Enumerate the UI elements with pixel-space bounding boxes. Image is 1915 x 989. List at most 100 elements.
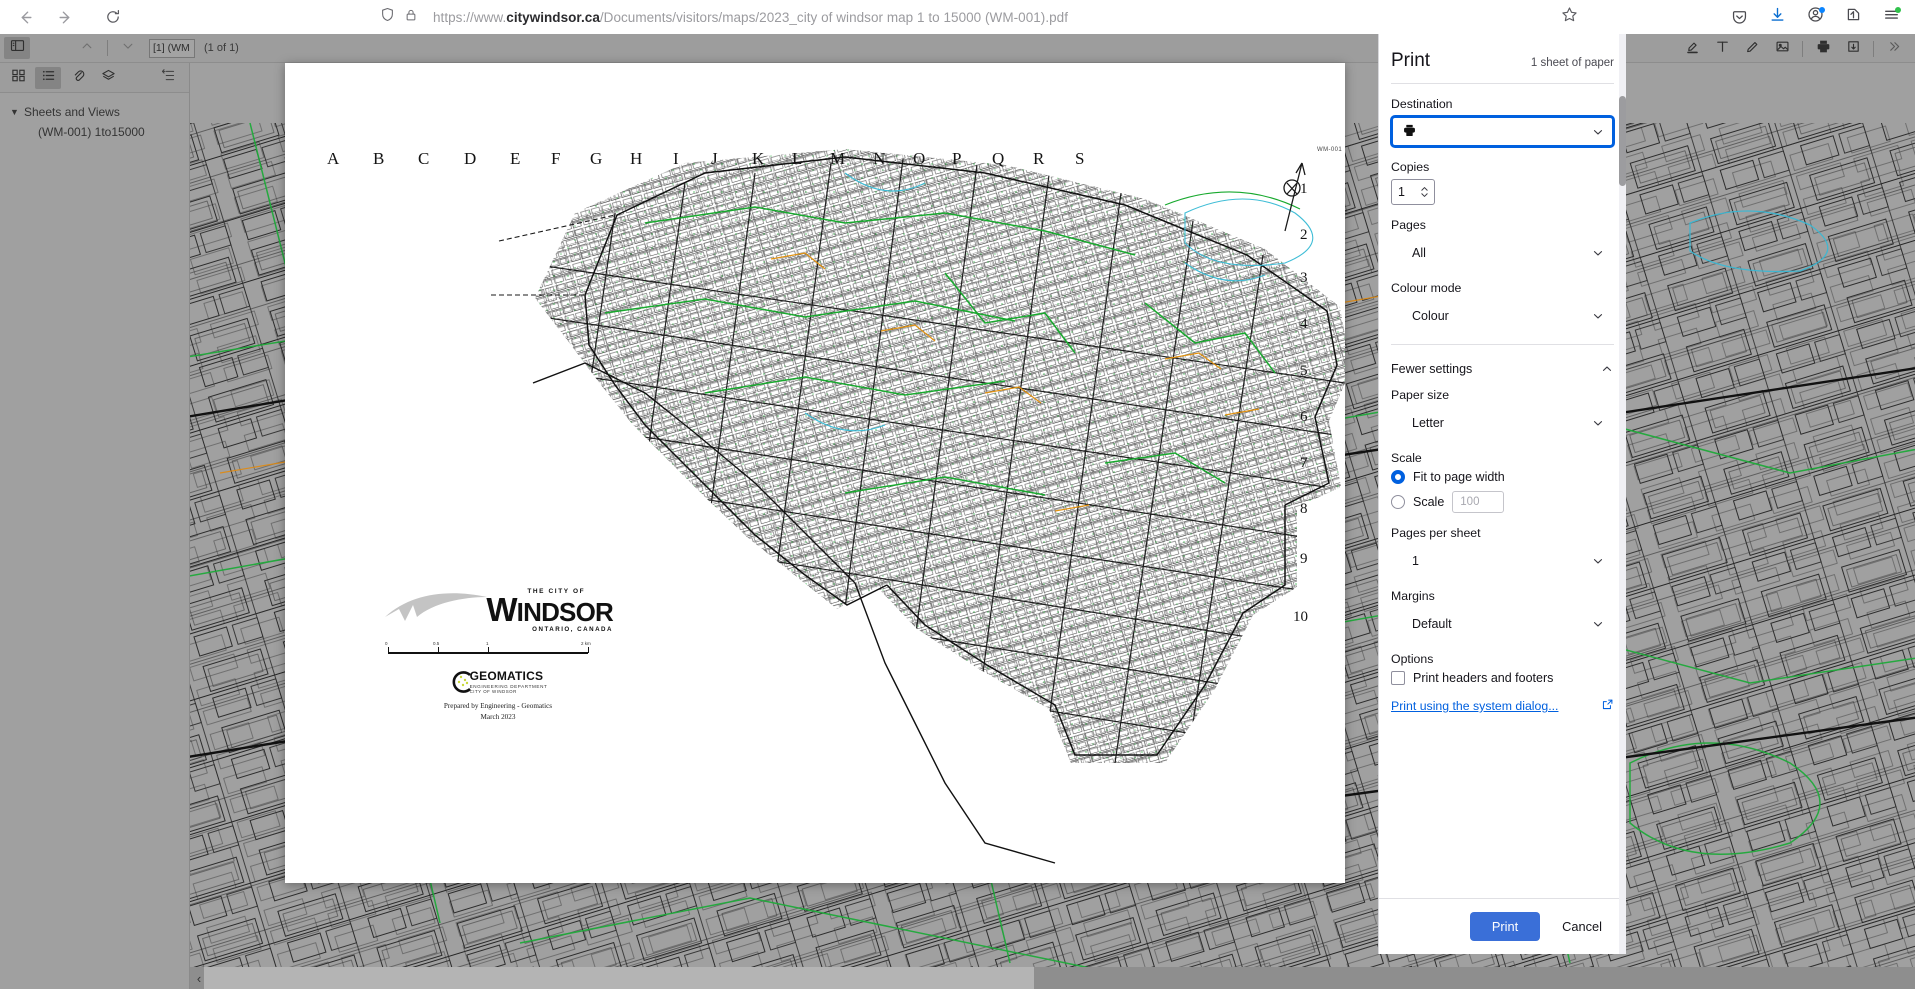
next-page-button[interactable] bbox=[115, 37, 141, 59]
column-letter: F bbox=[551, 149, 561, 168]
star-icon bbox=[1561, 6, 1578, 28]
windsor-w-letter: W bbox=[486, 591, 517, 629]
save-button[interactable] bbox=[1840, 38, 1866, 60]
column-letter: J bbox=[711, 149, 718, 168]
padlock-icon[interactable] bbox=[404, 8, 418, 27]
margins-select[interactable]: Default bbox=[1391, 608, 1614, 639]
app-menu-badge bbox=[1895, 7, 1901, 13]
shield-icon[interactable] bbox=[380, 7, 395, 27]
text-tool-button[interactable] bbox=[1709, 38, 1735, 60]
paper-size-value: Letter bbox=[1412, 415, 1444, 430]
pages-per-sheet-select[interactable]: 1 bbox=[1391, 545, 1614, 576]
scale-label: 0 bbox=[385, 641, 388, 646]
image-tool-button[interactable] bbox=[1769, 38, 1795, 60]
chevron-down-icon bbox=[1591, 416, 1605, 430]
outline-tab-icon bbox=[41, 68, 56, 88]
extensions-button[interactable] bbox=[1837, 2, 1869, 32]
sidebar-toggle-button[interactable] bbox=[4, 37, 30, 59]
outline-tab[interactable] bbox=[35, 66, 61, 89]
reload-button[interactable] bbox=[96, 2, 130, 32]
print-headers-footers-option[interactable]: Print headers and footers bbox=[1391, 671, 1614, 685]
draw-button[interactable] bbox=[1739, 38, 1765, 60]
outline-root-item[interactable]: ▼ Sheets and Views bbox=[10, 103, 189, 121]
more-tools-icon bbox=[1887, 39, 1902, 59]
toolbar-divider bbox=[1873, 40, 1874, 57]
scale-label: 0.5 bbox=[433, 641, 440, 646]
scale-tick bbox=[438, 647, 440, 653]
previous-page-button[interactable] bbox=[74, 37, 100, 59]
header-divider bbox=[1391, 83, 1614, 84]
url-text: https://www.citywindsor.ca/Documents/vis… bbox=[433, 10, 1068, 25]
outline-tree: ▼ Sheets and Views (WM-001) 1to15000 bbox=[0, 93, 189, 139]
spinner-updown-icon[interactable] bbox=[1419, 184, 1430, 200]
fewer-settings-toggle[interactable]: Fewer settings bbox=[1391, 358, 1614, 388]
custom-scale-label: Scale bbox=[1413, 495, 1445, 509]
account-badge bbox=[1819, 7, 1825, 13]
more-tools-button[interactable] bbox=[1881, 38, 1907, 60]
copies-group: Copies 1 bbox=[1391, 160, 1614, 205]
colour-mode-select[interactable]: Colour bbox=[1391, 300, 1614, 331]
horizontal-scrollbar[interactable]: ‹ bbox=[190, 967, 1915, 989]
custom-scale-option[interactable]: Scale 100 bbox=[1391, 491, 1614, 513]
pages-per-sheet-group: Pages per sheet 1 bbox=[1391, 526, 1614, 576]
scale-group: Scale Fit to page width Scale 100 bbox=[1391, 451, 1614, 513]
attachments-tab[interactable] bbox=[65, 67, 91, 89]
column-letter: I bbox=[673, 149, 679, 168]
attachments-tab-icon bbox=[71, 68, 86, 88]
print-dialog-scrollbar-thumb[interactable] bbox=[1619, 96, 1626, 186]
forward-button[interactable] bbox=[48, 2, 82, 32]
app-menu-button[interactable] bbox=[1875, 2, 1907, 32]
thumbnails-tab[interactable] bbox=[5, 67, 31, 89]
url-path: /Documents/visitors/maps/2023_city of wi… bbox=[599, 9, 1068, 25]
column-letter: E bbox=[510, 149, 521, 168]
windsor-text: THE CITY OF WINDSOR ONTARIO, CANADA bbox=[416, 588, 613, 633]
highlight-button[interactable] bbox=[1679, 38, 1705, 60]
back-button[interactable] bbox=[8, 2, 42, 32]
page-number-input[interactable]: [1] (WM bbox=[149, 38, 195, 58]
pages-label: Pages bbox=[1391, 218, 1426, 232]
colour-mode-value: Colour bbox=[1412, 308, 1449, 323]
print-preview-sheet: A B C D E F G H I J K L M N O P Q R S WM… bbox=[285, 63, 1345, 883]
colour-mode-group: Colour mode Colour bbox=[1391, 281, 1614, 331]
fewer-settings-label: Fewer settings bbox=[1391, 362, 1473, 376]
downloads-button[interactable] bbox=[1761, 2, 1793, 32]
print-dialog-header: Print 1 sheet of paper bbox=[1391, 34, 1614, 83]
extensions-icon bbox=[1845, 6, 1862, 28]
url-bar[interactable]: https://www.citywindsor.ca/Documents/vis… bbox=[148, 2, 1905, 32]
paper-size-select[interactable]: Letter bbox=[1391, 407, 1614, 438]
horizontal-scrollbar-thumb[interactable] bbox=[204, 967, 1034, 989]
chevron-down-icon bbox=[1591, 125, 1605, 139]
pages-group: Pages All bbox=[1391, 218, 1614, 268]
print-button[interactable] bbox=[1810, 38, 1836, 60]
fit-to-page-width-option[interactable]: Fit to page width bbox=[1391, 470, 1614, 484]
copies-input[interactable]: 1 bbox=[1391, 179, 1435, 205]
scale-value-input[interactable]: 100 bbox=[1452, 491, 1505, 513]
scale-label: 2 km bbox=[581, 641, 591, 646]
system-dialog-link[interactable]: Print using the system dialog... bbox=[1391, 698, 1614, 714]
scale-label: Scale bbox=[1391, 451, 1422, 465]
map-logo-block: THE CITY OF WINDSOR ONTARIO, CANADA 0 0.… bbox=[383, 588, 614, 721]
row-number: 9 bbox=[1300, 551, 1308, 567]
layers-tab-icon bbox=[101, 68, 116, 88]
pocket-save-icon[interactable] bbox=[1723, 2, 1755, 32]
outline-caret-icon[interactable]: ▼ bbox=[10, 103, 24, 120]
bookmark-star-button[interactable] bbox=[1553, 2, 1585, 32]
outline-child-item[interactable]: (WM-001) 1to15000 bbox=[10, 125, 189, 139]
arrow-right-icon bbox=[57, 9, 74, 26]
prepared-date-line: March 2023 bbox=[480, 712, 516, 721]
column-letter: R bbox=[1033, 149, 1045, 168]
column-letter: A bbox=[327, 149, 340, 168]
layers-tab[interactable] bbox=[95, 67, 121, 89]
outline-options-button[interactable] bbox=[155, 67, 181, 89]
chevron-down-icon bbox=[1591, 554, 1605, 568]
cancel-button[interactable]: Cancel bbox=[1550, 912, 1614, 941]
column-letter: D bbox=[464, 149, 477, 168]
settings-divider bbox=[1391, 344, 1614, 345]
destination-select[interactable] bbox=[1391, 116, 1614, 147]
account-button[interactable] bbox=[1799, 2, 1831, 32]
pages-select[interactable]: All bbox=[1391, 237, 1614, 268]
column-letter: S bbox=[1075, 149, 1085, 168]
scroll-left-arrow[interactable]: ‹ bbox=[191, 971, 207, 986]
print-submit-button[interactable]: Print bbox=[1469, 912, 1541, 941]
column-letter: G bbox=[590, 149, 603, 168]
